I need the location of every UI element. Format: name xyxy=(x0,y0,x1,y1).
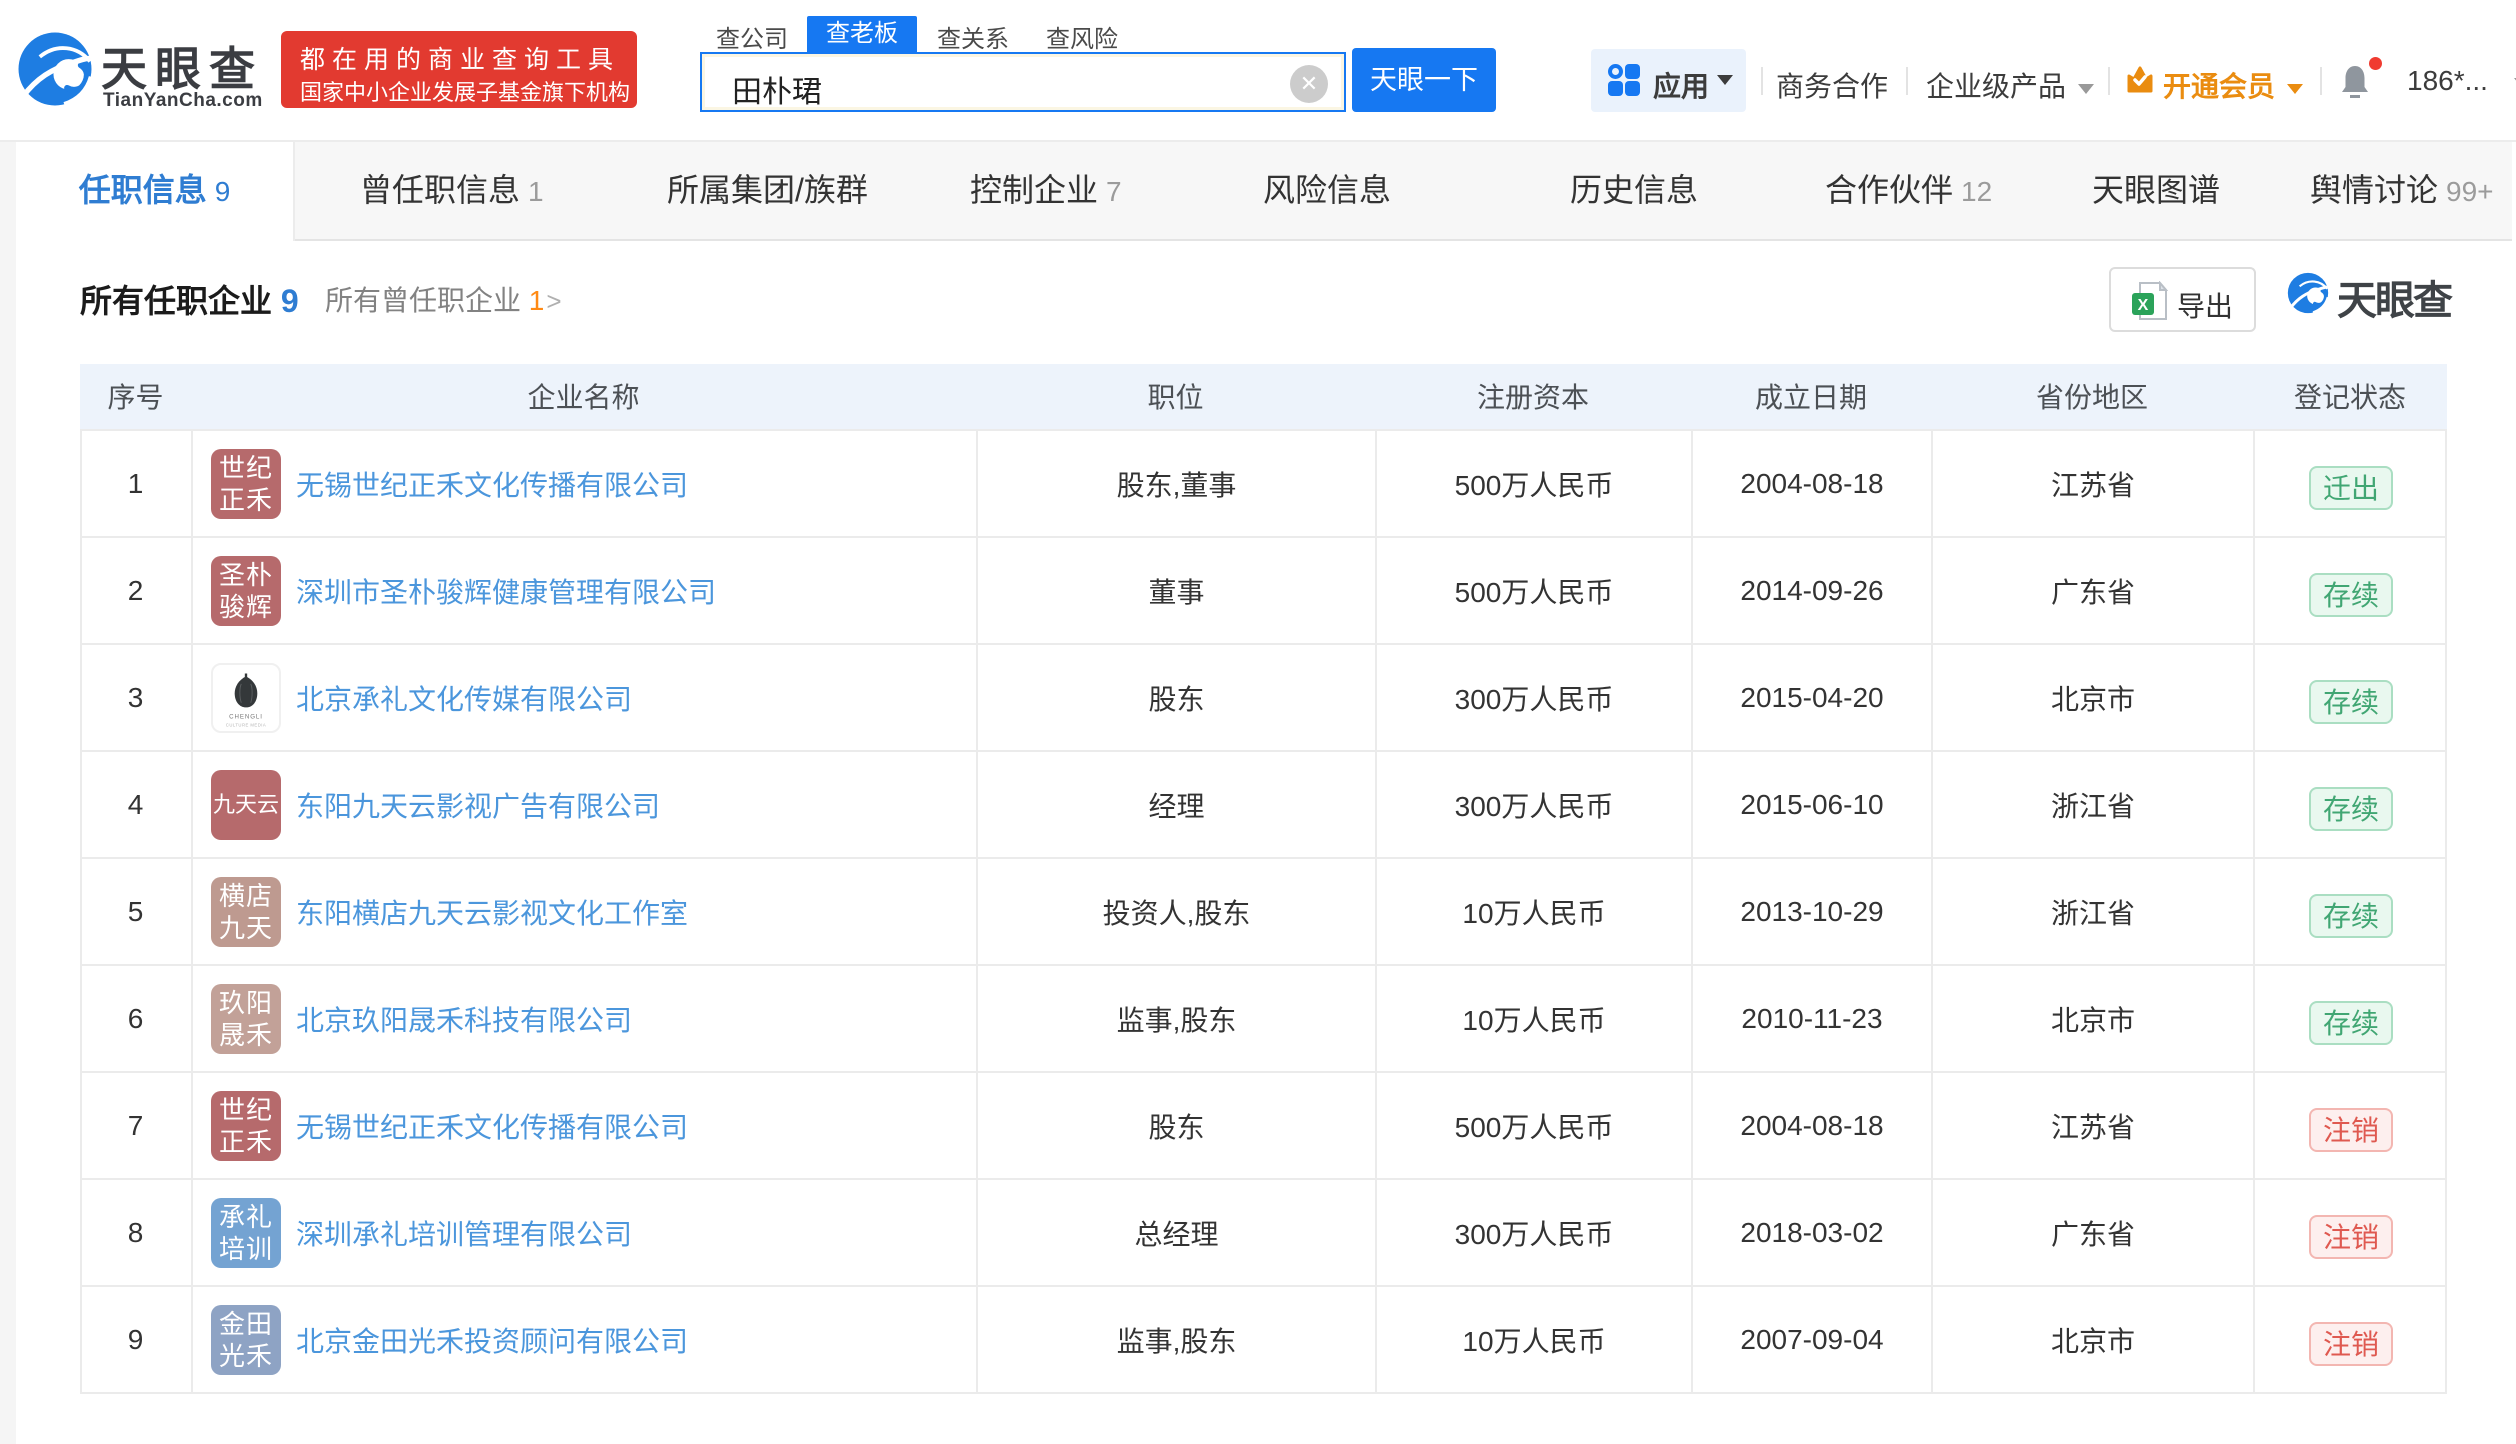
svg-text:CHENGLI: CHENGLI xyxy=(229,713,263,720)
svg-text:X: X xyxy=(2138,297,2149,314)
svg-text:CULTURE MEDIA: CULTURE MEDIA xyxy=(226,722,266,727)
